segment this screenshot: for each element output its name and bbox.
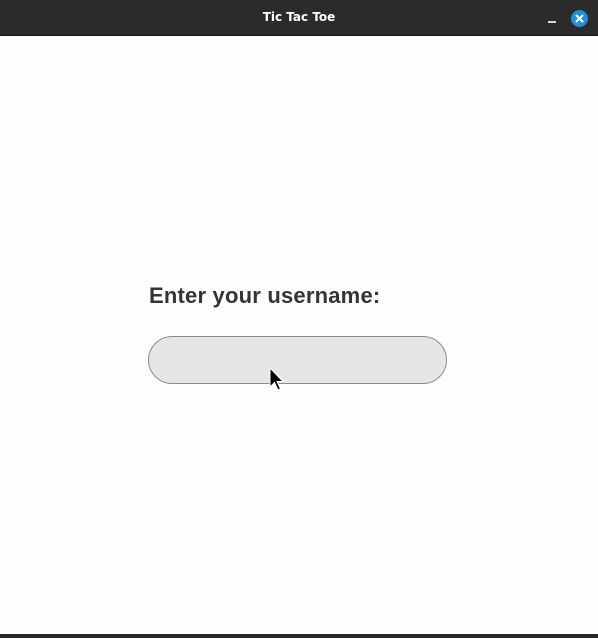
close-icon xyxy=(575,14,584,23)
close-button[interactable] xyxy=(571,10,588,27)
username-input[interactable] xyxy=(148,336,447,384)
mouse-pointer-icon xyxy=(269,367,285,391)
app-window: Tic Tac Toe Enter your username: xyxy=(0,0,598,634)
username-prompt-label: Enter your username: xyxy=(149,283,381,308)
window-title: Tic Tac Toe xyxy=(262,10,336,24)
title-bar[interactable]: Tic Tac Toe xyxy=(0,0,598,36)
minimize-button[interactable] xyxy=(541,9,563,27)
